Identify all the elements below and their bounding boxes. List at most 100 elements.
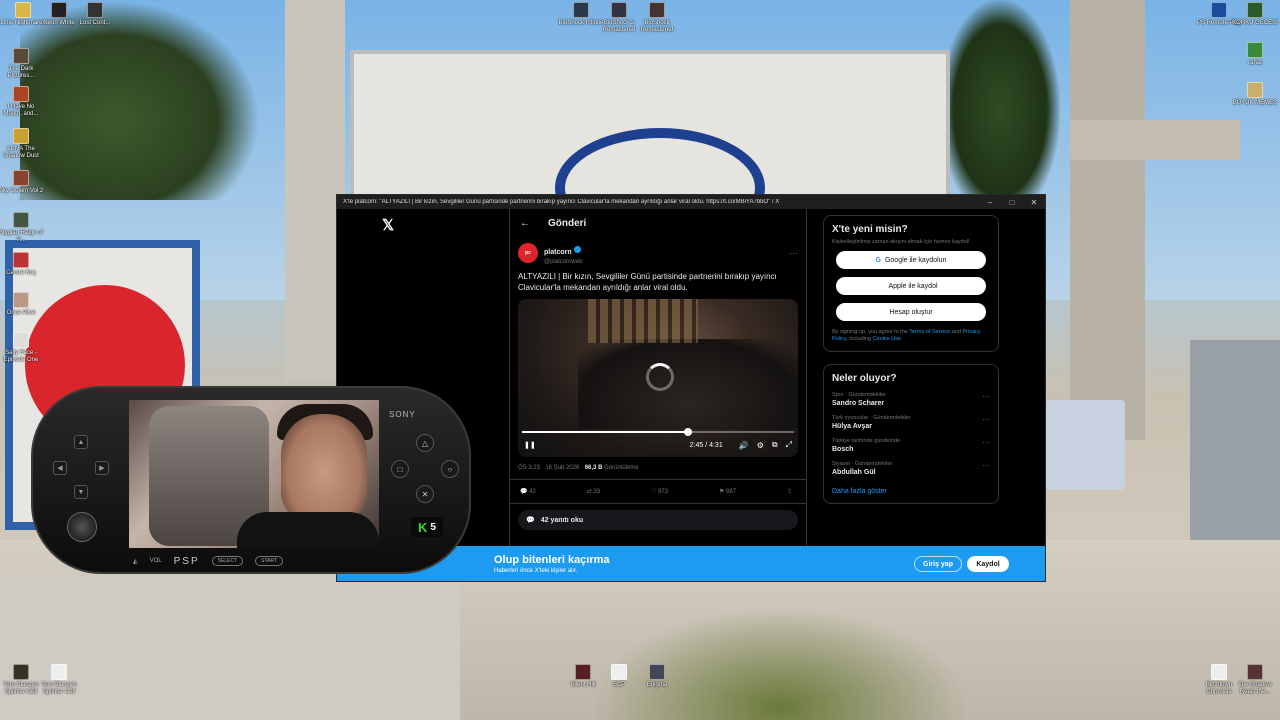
- signup-button[interactable]: Kaydol: [967, 556, 1009, 572]
- trees-right: [940, 0, 1060, 220]
- verified-badge-icon: [573, 246, 581, 254]
- desktop-icon[interactable]: Tom Clancy's Splinter Cell: [36, 664, 82, 696]
- video-shelves: [588, 299, 698, 343]
- author-name[interactable]: platcorn: [544, 249, 572, 256]
- create-account-button[interactable]: Hesap oluştur: [836, 303, 986, 321]
- avatar[interactable]: pc: [518, 243, 538, 263]
- close-button[interactable]: ✕: [1023, 198, 1045, 207]
- sony-logo: SONY: [389, 410, 416, 419]
- desktop-icon[interactable]: Lost Cont...: [72, 2, 118, 27]
- desktop-icon[interactable]: I Have No Mouth, and...: [0, 86, 44, 118]
- desktop-icon[interactable]: Enigma: [634, 664, 680, 689]
- google-icon: G: [875, 256, 881, 264]
- more-options-icon[interactable]: ···: [982, 415, 990, 430]
- webcam-feed: [129, 400, 379, 548]
- bookmark-button[interactable]: ⚑ 887: [719, 488, 736, 495]
- pause-icon[interactable]: ❚❚: [524, 441, 536, 449]
- window-titlebar[interactable]: X'te platcorn: "ALTYAZILI | Bir kızın, S…: [337, 195, 1045, 209]
- page-title: Gönderi: [548, 217, 587, 229]
- video-player[interactable]: ❚❚ 2:45 / 4:31 🔊 ⚙ ⧉ ⤢: [518, 299, 798, 457]
- post-author: pc platcorn @platcornweb ···: [510, 237, 806, 269]
- read-replies-button[interactable]: 💬 42 yanıtı oku: [518, 510, 798, 530]
- desktop-icon[interactable]: Sally Face - Episode One: [0, 332, 44, 364]
- trend-item[interactable]: Spor · Gündemdekiler Sandro Scharer ···: [832, 392, 990, 407]
- minimize-button[interactable]: –: [979, 198, 1001, 207]
- more-options-icon[interactable]: ···: [982, 392, 990, 407]
- desktop-icon[interactable]: Sky Golem Vol 2 ...: [0, 170, 44, 202]
- start-label: START: [255, 556, 284, 566]
- bench: [1045, 400, 1125, 490]
- cookie-link[interactable]: Cookie Use.: [873, 336, 903, 342]
- repost-button[interactable]: ⇄ 33: [587, 488, 600, 495]
- view-count: 66,3 B: [584, 465, 603, 471]
- reply-button[interactable]: 💬 42: [520, 488, 536, 495]
- trends-title: Neler oluyor?: [832, 373, 897, 384]
- desktop-icon[interactable]: KORKU GECESİ: [1232, 2, 1278, 27]
- volume-icon[interactable]: 🔊: [739, 441, 749, 450]
- psp-bottom-bar: ◭ VOL PSP SELECT START: [133, 554, 383, 568]
- desktop-icon[interactable]: Cemre Koç: [0, 252, 44, 277]
- google-signup-button[interactable]: G Google ile kaydolun: [836, 251, 986, 269]
- banner-title: Olup bitenleri kaçırma: [494, 554, 610, 566]
- like-button[interactable]: ♡ 973: [651, 488, 668, 495]
- pip-icon[interactable]: ⧉: [772, 440, 778, 450]
- dpad-right-icon: ▶: [95, 461, 109, 475]
- more-options-icon[interactable]: ···: [982, 438, 990, 453]
- show-more-link[interactable]: Daha fazla göster: [832, 488, 990, 495]
- desktop-icon[interactable]: LUNA The Shadow Dust: [0, 128, 44, 160]
- x-logo-icon[interactable]: 𝕏: [382, 216, 394, 234]
- streamer-shirt: [237, 512, 379, 548]
- desktop-icon[interactable]: Once Alive: [0, 292, 44, 317]
- author-handle[interactable]: @platcornweb: [544, 259, 582, 265]
- views-label: Görüntüleme: [604, 465, 639, 471]
- cross-button-icon: ✕: [416, 485, 434, 503]
- trend-item[interactable]: Siyaset · Gündemdekiler Abdullah Gül ···: [832, 461, 990, 476]
- streamer-face: [281, 414, 367, 522]
- desktop-icon[interactable]: The Shadow Reels the...: [1232, 664, 1278, 696]
- comment-icon: 💬: [526, 517, 535, 524]
- triangle-button-icon: △: [416, 434, 434, 452]
- video-progress-knob[interactable]: [683, 428, 692, 436]
- reply-icon: 💬: [520, 489, 530, 495]
- maximize-button[interactable]: □: [1001, 198, 1023, 207]
- select-label: SELECT: [211, 556, 244, 566]
- share-icon[interactable]: ⇪: [787, 488, 792, 495]
- banner-subtitle: Haberleri önce X'teki kişiler alır.: [494, 568, 578, 574]
- fullscreen-icon[interactable]: ⤢: [786, 440, 792, 450]
- settings-icon[interactable]: ⚙: [757, 441, 764, 450]
- video-progress-bar[interactable]: [522, 428, 794, 436]
- more-options-icon[interactable]: ···: [982, 461, 990, 476]
- post-timestamp[interactable]: ÖS 3:23 · 16 Şub 2026 ·: [518, 465, 585, 471]
- desktop-icon[interactable]: rahat: [1232, 42, 1278, 67]
- post-text: ALTYAZILI | Bir kızın, Sevgililer Günü p…: [518, 272, 777, 292]
- trend-item[interactable]: Türk oyuncular · Gündemdekiler Hülya Avşa…: [832, 415, 990, 430]
- desktop-icon[interactable]: Stygian Reign of Ti...: [0, 212, 44, 244]
- concrete-beam: [1070, 120, 1240, 160]
- dpad-down-icon: ▼: [74, 485, 88, 499]
- concrete-blocks: [0, 575, 460, 720]
- desktop-icon[interactable]: BÜYÜK MEMES: [1232, 82, 1278, 107]
- trend-item[interactable]: Türkiye tarihinde gündemde Bosch ···: [832, 438, 990, 453]
- badge-number: 5: [430, 521, 436, 533]
- right-pump: [1190, 340, 1280, 540]
- post-column: ← Gönderi pc platcorn @platcornweb ··· A…: [509, 209, 807, 581]
- video-time: 2:45 / 4:31: [689, 441, 723, 449]
- trees-left: [20, 0, 260, 200]
- login-button[interactable]: Giriş yap: [914, 556, 962, 572]
- desktop-icon[interactable]: BioShock Remastered: [634, 2, 680, 34]
- apple-signup-button[interactable]: Apple ile kaydol: [836, 277, 986, 295]
- legal-text: By signing up, you agree to the Terms of…: [832, 329, 981, 342]
- terms-link[interactable]: Terms of Service: [909, 329, 950, 335]
- circle-button-icon: ○: [441, 460, 459, 478]
- kick-badge: K5: [411, 517, 443, 537]
- dry-plants: [560, 590, 1000, 720]
- desktop-icon[interactable]: The Dark Pictures...: [0, 48, 44, 80]
- more-options-icon[interactable]: ···: [789, 248, 798, 258]
- back-arrow-icon[interactable]: ←: [520, 218, 530, 229]
- concrete-column: [1070, 0, 1145, 440]
- post-meta: ÖS 3:23 · 16 Şub 2026 · 66,3 B Görüntüle…: [510, 457, 806, 480]
- post-actions: 💬 42 ⇄ 33 ♡ 973 ⚑ 887 ⇪: [510, 480, 806, 504]
- signup-card: X'te yeni misin? Kişiselleştirilmiş zama…: [823, 215, 999, 352]
- analog-stick: [67, 512, 97, 542]
- window-title: X'te platcorn: "ALTYAZILI | Bir kızın, S…: [343, 199, 780, 205]
